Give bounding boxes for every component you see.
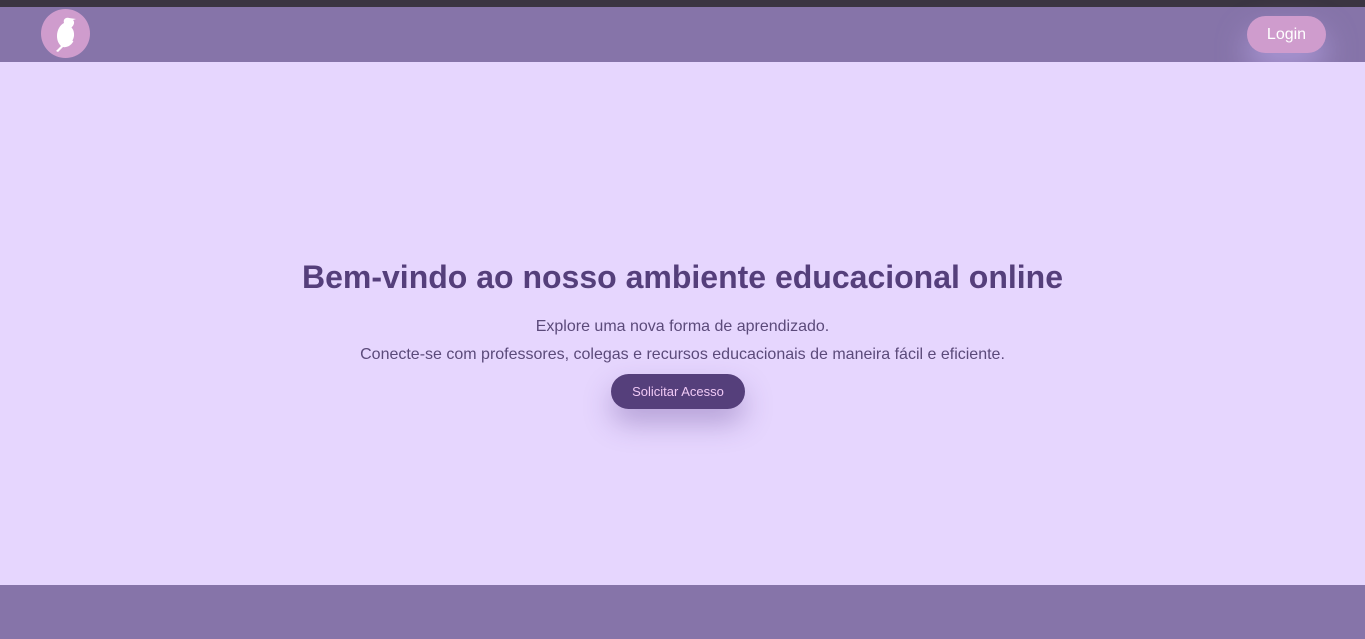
request-access-button[interactable]: Solicitar Acesso	[611, 374, 745, 409]
site-footer	[0, 585, 1365, 639]
hero-description: Conecte-se com professores, colegas e re…	[360, 346, 1005, 363]
hero-section: Bem-vindo ao nosso ambiente educacional …	[0, 62, 1365, 585]
bird-icon	[55, 17, 76, 52]
login-button[interactable]: Login	[1247, 16, 1326, 53]
site-header: Login	[0, 7, 1365, 62]
logo[interactable]	[41, 9, 90, 58]
window-top-strip	[0, 0, 1365, 7]
hero-title: Bem-vindo ao nosso ambiente educacional …	[301, 259, 1064, 295]
hero-subtitle: Explore uma nova forma de aprendizado.	[535, 318, 830, 335]
